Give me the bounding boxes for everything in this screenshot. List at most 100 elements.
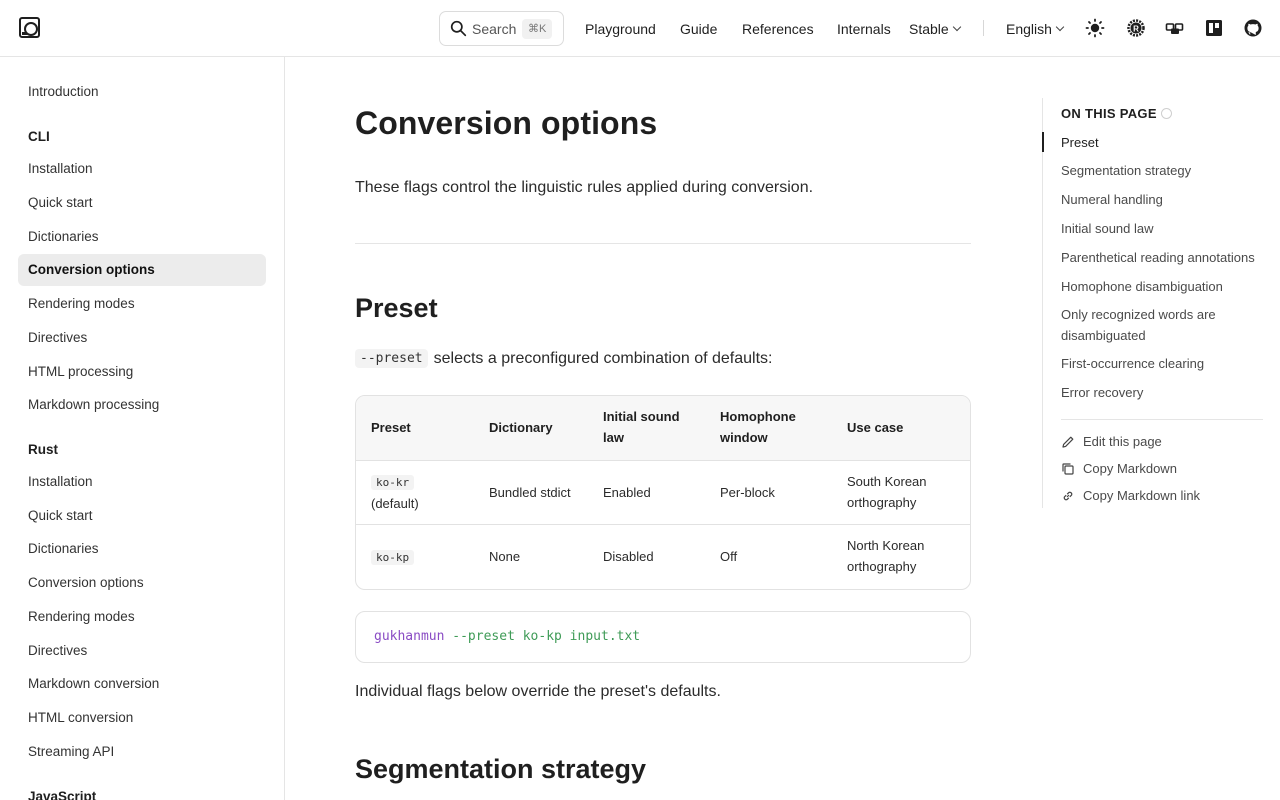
edit-page-link[interactable]: Edit this page bbox=[1061, 434, 1162, 449]
toc-item-preset[interactable]: Preset bbox=[1061, 132, 1266, 153]
heading-segmentation-strategy: Segmentation strategy bbox=[355, 754, 647, 784]
sidebar-item-rust-conversion-options[interactable]: Conversion options bbox=[18, 567, 266, 599]
sidebar-item-rust-markdown-conversion[interactable]: Markdown conversion bbox=[18, 668, 266, 700]
chevron-down-icon bbox=[952, 22, 961, 31]
pencil-icon bbox=[1062, 436, 1074, 448]
table-of-contents: ON THIS PAGE Preset Segmentation strateg… bbox=[1042, 98, 1267, 508]
heading-preset: Preset bbox=[355, 293, 438, 323]
toc-divider bbox=[1061, 419, 1263, 420]
version-label: Stable bbox=[909, 20, 949, 37]
progress-ring-icon bbox=[1160, 108, 1172, 119]
code-command: gukhanmun bbox=[374, 629, 445, 644]
search-button[interactable]: Search ⌘K bbox=[439, 11, 564, 46]
table-header-row: Preset Dictionary Initial sound law Homo… bbox=[356, 396, 970, 461]
search-shortcut: ⌘K bbox=[522, 19, 553, 39]
toc-item-first-occurrence-clearing[interactable]: First-occurrence clearing bbox=[1061, 353, 1266, 374]
edit-page-label: Edit this page bbox=[1083, 434, 1162, 449]
preset-code: ko-kr bbox=[371, 475, 415, 490]
toc-heading: ON THIS PAGE bbox=[1061, 106, 1172, 121]
sidebar-item-rust-rendering-modes[interactable]: Rendering modes bbox=[18, 601, 266, 633]
preset-description: --preset selects a preconfigured combina… bbox=[355, 349, 773, 368]
table-row: ko-kp None Disabled Off North Korean ort… bbox=[356, 525, 970, 589]
sidebar-item-cli-quick-start[interactable]: Quick start bbox=[18, 187, 266, 219]
page-title: Conversion options bbox=[355, 105, 658, 141]
sidebar-item-cli-dictionaries[interactable]: Dictionaries bbox=[18, 221, 266, 253]
intro-text: These flags control the linguistic rules… bbox=[355, 179, 814, 196]
logo-icon[interactable] bbox=[19, 17, 40, 38]
sidebar-item-rust-streaming-api[interactable]: Streaming API bbox=[18, 736, 266, 768]
sidebar-item-rust-quick-start[interactable]: Quick start bbox=[18, 500, 266, 532]
github-icon[interactable] bbox=[1243, 18, 1263, 38]
sidebar-heading-rust: Rust bbox=[28, 442, 58, 457]
theme-sun-icon[interactable] bbox=[1085, 18, 1105, 38]
nav-playground[interactable]: Playground bbox=[585, 0, 656, 57]
top-bar: Search ⌘K Playground Guide References In… bbox=[0, 0, 1280, 57]
sidebar-item-cli-html-processing[interactable]: HTML processing bbox=[18, 356, 266, 388]
toc-item-homophone-disambiguation[interactable]: Homophone disambiguation bbox=[1061, 276, 1266, 297]
toc-item-error-recovery[interactable]: Error recovery bbox=[1061, 382, 1266, 403]
crates-icon[interactable] bbox=[1165, 18, 1185, 38]
sidebar-item-rust-dictionaries[interactable]: Dictionaries bbox=[18, 533, 266, 565]
copy-markdown-link-button[interactable]: Copy Markdown link bbox=[1061, 488, 1200, 503]
copy-markdown-label: Copy Markdown bbox=[1083, 461, 1177, 476]
toc-item-segmentation-strategy[interactable]: Segmentation strategy bbox=[1061, 160, 1266, 181]
column-header-initial-sound-law: Initial sound law bbox=[603, 409, 680, 445]
sidebar-item-cli-markdown-processing[interactable]: Markdown processing bbox=[18, 389, 266, 421]
copy-icon bbox=[1062, 462, 1074, 475]
link-icon bbox=[1063, 491, 1073, 500]
sidebar-item-cli-directives[interactable]: Directives bbox=[18, 322, 266, 354]
preset-cell: ko-kr (default) bbox=[371, 471, 419, 514]
sidebar-item-rust-directives[interactable]: Directives bbox=[18, 635, 266, 667]
svg-text:R: R bbox=[1133, 24, 1139, 33]
search-label: Search bbox=[472, 20, 517, 37]
toc-item-parenthetical-reading-annotations[interactable]: Parenthetical reading annotations bbox=[1061, 247, 1266, 268]
toc-heading-label: ON THIS PAGE bbox=[1061, 106, 1157, 121]
column-header-dictionary: Dictionary bbox=[489, 420, 553, 435]
preset-description-text: selects a preconfigured combination of d… bbox=[433, 349, 773, 367]
dictionary-cell: None bbox=[489, 549, 521, 564]
homophone-window-cell: Off bbox=[720, 549, 738, 564]
sidebar-item-rust-installation[interactable]: Installation bbox=[18, 466, 266, 498]
sidebar-heading-javascript: JavaScript bbox=[28, 789, 97, 800]
use-case-cell: South Korean orthography bbox=[847, 474, 927, 510]
toc-item-initial-sound-law[interactable]: Initial sound law bbox=[1061, 218, 1266, 239]
use-case-cell: North Korean orthography bbox=[847, 538, 925, 574]
sidebar-heading-cli: CLI bbox=[28, 129, 50, 144]
copy-markdown-button[interactable]: Copy Markdown bbox=[1061, 461, 1177, 476]
docs-icon[interactable] bbox=[1204, 18, 1224, 38]
version-dropdown[interactable]: Stable bbox=[909, 0, 961, 57]
section-divider bbox=[355, 243, 971, 244]
nav-guide[interactable]: Guide bbox=[680, 0, 717, 57]
nav-internals[interactable]: Internals bbox=[837, 0, 891, 57]
nav-divider bbox=[983, 20, 984, 36]
sidebar: Introduction CLI Installation Quick star… bbox=[0, 57, 285, 800]
override-text: Individual flags below override the pres… bbox=[355, 683, 721, 700]
code-arguments: --preset ko-kp input.txt bbox=[452, 629, 641, 644]
column-header-use-case: Use case bbox=[847, 420, 904, 435]
preset-table: Preset Dictionary Initial sound law Homo… bbox=[355, 395, 971, 590]
code-block[interactable]: gukhanmun --preset ko-kp input.txt bbox=[355, 611, 971, 663]
chevron-down-icon bbox=[1055, 22, 1065, 31]
preset-flag-code: --preset bbox=[355, 349, 428, 368]
sidebar-item-cli-rendering-modes[interactable]: Rendering modes bbox=[18, 288, 266, 320]
toc-item-only-recognized-words[interactable]: Only recognized words are disambiguated bbox=[1061, 304, 1236, 346]
column-header-homophone-window: Homophone window bbox=[720, 409, 796, 445]
nav-references[interactable]: References bbox=[742, 0, 814, 57]
main-content: Conversion options These flags control t… bbox=[355, 57, 971, 800]
rust-icon[interactable]: R bbox=[1126, 18, 1146, 38]
column-header-preset: Preset bbox=[371, 420, 411, 435]
sidebar-item-rust-html-conversion[interactable]: HTML conversion bbox=[18, 702, 266, 734]
preset-code: ko-kp bbox=[371, 550, 415, 565]
initial-sound-law-cell: Disabled bbox=[603, 549, 654, 564]
toc-item-numeral-handling[interactable]: Numeral handling bbox=[1061, 189, 1266, 210]
preset-note: (default) bbox=[371, 496, 419, 511]
toc-active-marker bbox=[1042, 132, 1044, 152]
language-dropdown[interactable]: English bbox=[1006, 0, 1065, 57]
homophone-window-cell: Per-block bbox=[720, 485, 775, 500]
sidebar-item-cli-installation[interactable]: Installation bbox=[18, 153, 266, 185]
dictionary-cell: Bundled stdict bbox=[489, 485, 571, 500]
sidebar-item-cli-conversion-options[interactable]: Conversion options bbox=[18, 254, 266, 286]
initial-sound-law-cell: Enabled bbox=[603, 485, 651, 500]
sidebar-item-introduction[interactable]: Introduction bbox=[18, 76, 266, 108]
copy-markdown-link-label: Copy Markdown link bbox=[1083, 488, 1201, 503]
